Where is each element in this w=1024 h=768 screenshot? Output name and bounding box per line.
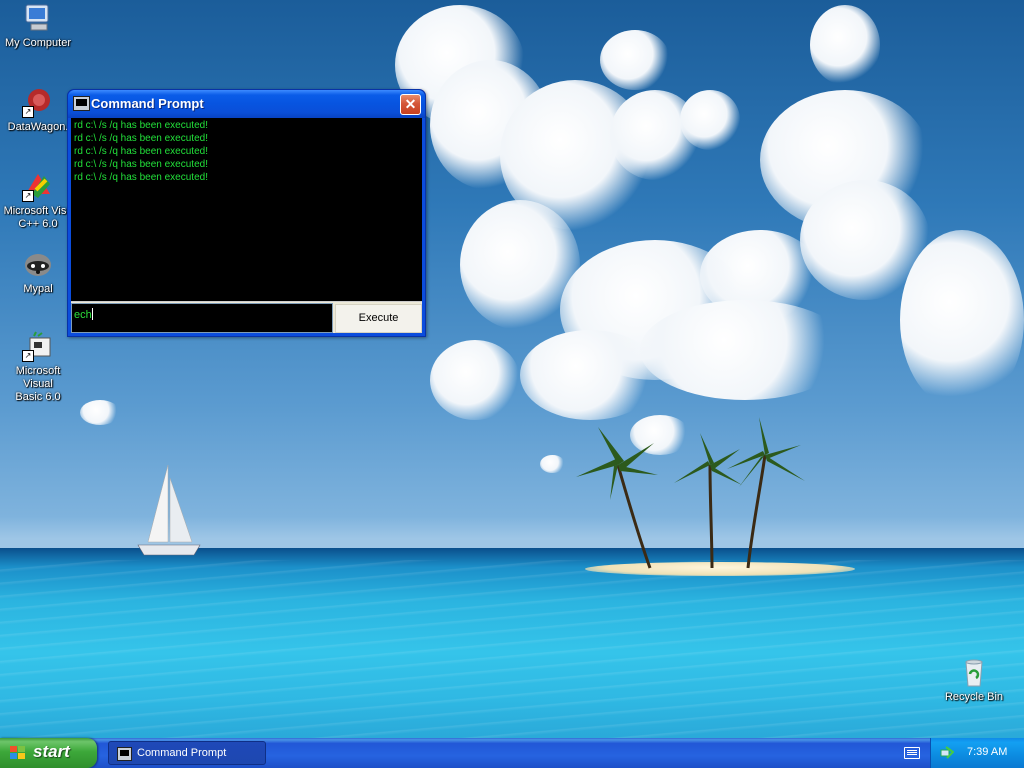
console-line: rd c:\ /s /q has been executed! xyxy=(74,159,208,170)
shortcut-arrow-icon: ↗ xyxy=(22,350,34,362)
my-computer-icon xyxy=(22,2,54,34)
close-button[interactable]: ✕ xyxy=(400,94,421,115)
visual-cpp-icon: ↗ xyxy=(22,170,54,202)
command-input[interactable]: ech xyxy=(71,303,333,333)
console-output[interactable]: rd c:\ /s /q has been executed! rd c:\ /… xyxy=(71,118,422,302)
taskbar-button-label: Command Prompt xyxy=(137,747,227,759)
start-label: start xyxy=(33,742,70,761)
visual-basic-icon: ↗ xyxy=(22,330,54,362)
console-line: rd c:\ /s /q has been executed! xyxy=(74,146,208,157)
console-line: rd c:\ /s /q has been executed! xyxy=(74,172,208,183)
network-tray-icon[interactable] xyxy=(940,746,955,759)
start-button[interactable]: start xyxy=(0,738,97,768)
console-line: rd c:\ /s /q has been executed! xyxy=(74,133,208,144)
desktop-icon-label: DataWagon. xyxy=(7,121,69,133)
desktop-icon-recycle-bin[interactable]: Recycle Bin xyxy=(936,656,1012,704)
mypal-raccoon-icon xyxy=(22,248,54,280)
desktop-icon-label: My Computer xyxy=(4,37,72,49)
taskbar: start Command Prompt 7:39 AM xyxy=(0,738,1024,768)
window-titlebar[interactable]: Command Prompt ✕ xyxy=(68,90,425,118)
datawagon-icon: ↗ xyxy=(22,86,54,118)
desktop-icon-label: Microsoft Visu C++ 6.0 xyxy=(3,205,73,230)
system-tray: 7:39 AM xyxy=(930,738,1024,768)
desktop-icon-visual-basic[interactable]: ↗ Microsoft Visual Basic 6.0 xyxy=(0,330,76,404)
command-input-text: ech xyxy=(74,309,92,321)
desktop-icon-label: Microsoft Visual Basic 6.0 xyxy=(15,365,61,403)
windows-logo-icon xyxy=(10,746,26,761)
desktop-icon-datawagon[interactable]: ↗ DataWagon. xyxy=(0,86,76,134)
close-icon: ✕ xyxy=(404,96,417,112)
desktop-icon-mypal[interactable]: Mypal xyxy=(0,248,76,296)
desktop-icon-visual-cpp[interactable]: ↗ Microsoft Visu C++ 6.0 xyxy=(0,170,76,231)
shortcut-arrow-icon: ↗ xyxy=(22,190,34,202)
execute-button[interactable]: Execute xyxy=(335,304,422,333)
shortcut-arrow-icon: ↗ xyxy=(22,106,34,118)
desktop-icon-label: Recycle Bin xyxy=(944,691,1004,703)
keyboard-language-icon[interactable] xyxy=(904,747,920,759)
console-app-icon xyxy=(73,96,90,111)
console-line: rd c:\ /s /q has been executed! xyxy=(74,120,208,131)
taskbar-button-command-prompt[interactable]: Command Prompt xyxy=(108,741,266,765)
recycle-bin-icon xyxy=(958,656,990,688)
console-app-icon xyxy=(117,747,132,761)
desktop-icon-my-computer[interactable]: My Computer xyxy=(0,2,76,50)
clock[interactable]: 7:39 AM xyxy=(967,746,1007,758)
window-title: Command Prompt xyxy=(91,96,204,111)
desktop-icon-label: Mypal xyxy=(23,283,53,295)
command-prompt-window[interactable]: Command Prompt ✕ rd c:\ /s /q has been e… xyxy=(67,89,426,337)
window-client-area: rd c:\ /s /q has been executed! rd c:\ /… xyxy=(71,118,422,333)
text-caret xyxy=(91,308,93,320)
sailboat xyxy=(137,464,201,556)
palm-trees xyxy=(576,417,805,569)
